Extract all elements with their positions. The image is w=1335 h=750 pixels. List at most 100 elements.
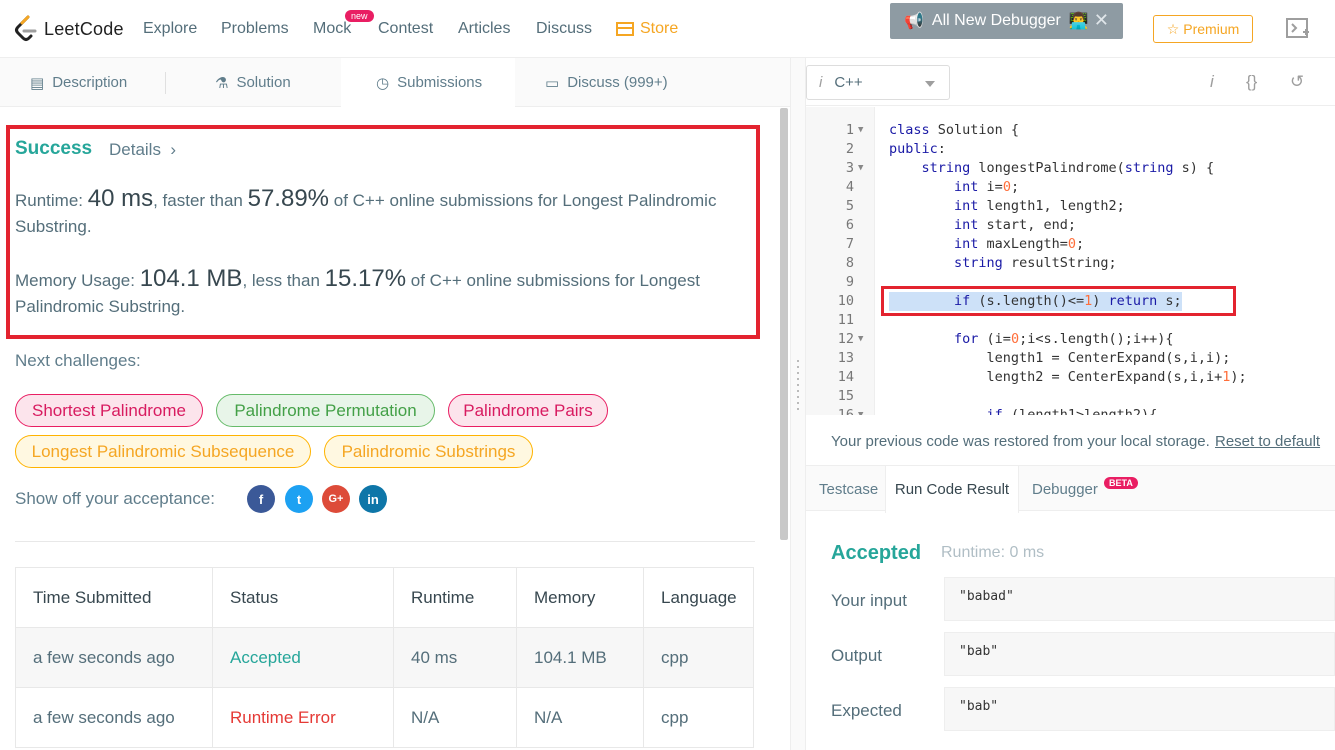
info-icon: i: [819, 74, 823, 91]
tab-discuss-label: Discuss (999+): [567, 74, 668, 91]
code-text: length2 = CenterExpand(s,i,i+1);: [889, 369, 1247, 385]
run-runtime: Runtime: 0 ms: [941, 544, 1045, 561]
nav-articles[interactable]: Articles: [458, 20, 510, 38]
line-number: 9: [845, 274, 854, 290]
nav-problems[interactable]: Problems: [221, 20, 289, 38]
challenge-longest-palindromic-subsequence[interactable]: Longest Palindromic Subsequence: [15, 435, 311, 468]
memory-percent: 15.17%: [324, 265, 407, 292]
left-scrollbar[interactable]: [780, 108, 788, 540]
input-value: "babad": [944, 577, 1335, 621]
leetcode-logo-icon: [15, 15, 37, 41]
braces-icon[interactable]: {}: [1246, 72, 1257, 92]
code-text: string longestPalindrome(string s) {: [921, 160, 1215, 176]
code-line: 16 ▼ if (length1>length2){: [806, 406, 1335, 415]
document-icon: ▤: [30, 74, 45, 92]
close-icon[interactable]: ✕: [1094, 10, 1109, 31]
language-select[interactable]: i C++: [806, 65, 950, 100]
fold-arrow-icon[interactable]: ▼: [858, 406, 863, 415]
submissions-table: Time Submitted Status Runtime Memory Lan…: [15, 567, 754, 748]
nav-discuss[interactable]: Discuss: [536, 20, 592, 38]
playground-icon[interactable]: [1285, 17, 1311, 41]
code-text: if (length1>length2){: [986, 407, 1158, 415]
table-row: a few seconds ago Runtime Error N/A N/A …: [15, 687, 754, 748]
input-label: Your input: [831, 591, 907, 610]
linkedin-icon[interactable]: in: [359, 485, 387, 513]
tab-divider: [165, 72, 166, 94]
code-line: 3 ▼ string longestPalindrome(string s) {: [806, 159, 1335, 178]
table-cell: cpp: [643, 687, 754, 748]
runtime-value: 40 ms: [87, 185, 154, 212]
code-line: 5 int length1, length2;: [806, 197, 1335, 216]
line-number: 11: [837, 312, 854, 328]
column-header: Language: [643, 567, 754, 628]
reset-to-default-link[interactable]: Reset to default: [1215, 433, 1320, 450]
divider: [15, 541, 755, 542]
fold-arrow-icon[interactable]: ▼: [858, 330, 863, 349]
tab-debugger[interactable]: Debugger: [1032, 466, 1098, 512]
tab-description[interactable]: ▤ Description: [30, 58, 127, 107]
challenge-palindromic-substrings[interactable]: Palindromic Substrings: [324, 435, 533, 468]
nav-explore[interactable]: Explore: [143, 20, 197, 38]
details-link[interactable]: Details ›: [109, 140, 176, 160]
fold-arrow-icon[interactable]: ▼: [858, 159, 863, 178]
line-number: 8: [845, 255, 854, 271]
tab-discuss[interactable]: ▭ Discuss (999+): [545, 58, 668, 107]
code-text: for (i=0;i<s.length();i++){: [954, 331, 1174, 347]
status-link[interactable]: Runtime Error: [212, 687, 394, 748]
line-number: 14: [837, 369, 854, 385]
nav-mock[interactable]: Mock: [313, 20, 351, 38]
challenge-palindrome-permutation[interactable]: Palindrome Permutation: [216, 394, 435, 427]
runtime-percent: 57.89%: [247, 185, 330, 212]
logo[interactable]: LeetCode: [14, 14, 124, 44]
twitter-icon[interactable]: t: [285, 485, 313, 513]
google-plus-icon[interactable]: G+: [322, 485, 350, 513]
tab-run-code-result[interactable]: Run Code Result: [885, 466, 1019, 513]
code-text: class Solution {: [889, 122, 1020, 138]
status-link[interactable]: Accepted: [212, 627, 394, 688]
restore-message: Your previous code was restored from you…: [831, 433, 1210, 450]
table-row: a few seconds ago Accepted 40 ms 104.1 M…: [15, 627, 754, 688]
table-cell: N/A: [393, 687, 517, 748]
tab-testcase[interactable]: Testcase: [819, 466, 878, 512]
code-line: 12 ▼ for (i=0;i<s.length();i++){: [806, 330, 1335, 349]
reset-icon[interactable]: ↺: [1290, 72, 1304, 92]
debugger-banner-text: All New Debugger: [931, 12, 1061, 29]
line-number: 3: [845, 160, 854, 176]
tab-submissions-label: Submissions: [397, 74, 483, 91]
line-number: 6: [845, 217, 854, 233]
runtime-stat: Runtime: 40 ms, faster than 57.89% of C+…: [15, 186, 745, 240]
star-icon: ☆: [1166, 20, 1180, 37]
runtime-mid: , faster than: [153, 191, 248, 210]
code-line: 2 public:: [806, 140, 1335, 159]
line-number: 13: [837, 350, 854, 366]
challenge-palindrome-pairs[interactable]: Palindrome Pairs: [448, 394, 608, 427]
output-label: Output: [831, 646, 883, 665]
clock-icon: ◷: [376, 74, 390, 92]
code-editor[interactable]: 1 ▼ class Solution {2 public: 3 ▼ string long…: [806, 107, 1335, 415]
runtime-prefix: Runtime:: [15, 191, 88, 210]
code-line: 13 length1 = CenterExpand(s,i,i);: [806, 349, 1335, 368]
line-number: 16: [837, 407, 854, 415]
info-icon[interactable]: i: [1210, 72, 1214, 92]
code-text: int start, end;: [954, 217, 1076, 233]
comment-icon: ▭: [545, 74, 560, 92]
premium-button[interactable]: ☆ Premium: [1153, 15, 1253, 43]
new-badge: new: [345, 10, 374, 22]
memory-mid: , less than: [242, 271, 325, 290]
expected-label: Expected: [831, 701, 902, 720]
code-text: public:: [889, 141, 946, 157]
facebook-icon[interactable]: f: [247, 485, 275, 513]
tab-submissions[interactable]: ◷ Submissions: [341, 58, 515, 108]
code-line: 14 length2 = CenterExpand(s,i,i+1);: [806, 368, 1335, 387]
code-line: 6 int start, end;: [806, 216, 1335, 235]
debugger-banner[interactable]: 📢 All New Debugger 👨‍💻 ✕: [890, 3, 1123, 39]
console-tab-bar: Testcase Run Code Result Debugger: [806, 465, 1335, 513]
challenge-shortest-palindrome[interactable]: Shortest Palindrome: [15, 394, 203, 427]
code-line: 15: [806, 387, 1335, 406]
tab-solution[interactable]: ⚗ Solution: [215, 58, 291, 107]
nav-store[interactable]: Store: [616, 20, 678, 38]
nav-contest[interactable]: Contest: [378, 20, 433, 38]
line-number: 7: [845, 236, 854, 252]
drag-handle-icon: [797, 360, 799, 410]
fold-arrow-icon[interactable]: ▼: [858, 121, 863, 140]
